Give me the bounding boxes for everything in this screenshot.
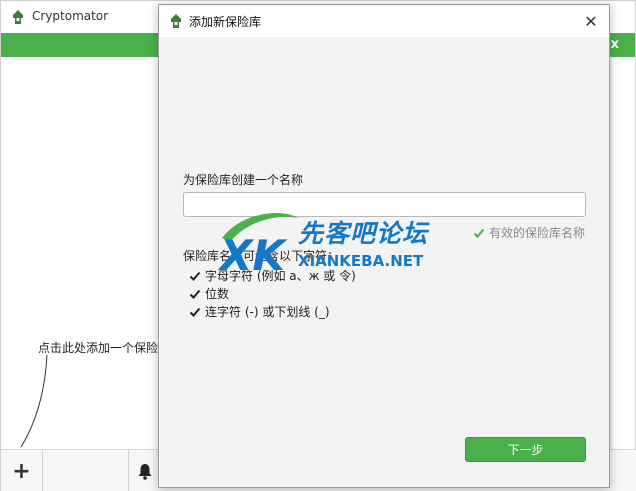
check-icon <box>189 289 201 299</box>
add-vault-button[interactable]: + <box>1 450 43 491</box>
rule-label: 字母字符 (例如 a、ж 或 令) <box>205 269 356 283</box>
divider <box>610 57 612 449</box>
add-vault-dialog: 添加新保险库 ✕ 为保险库创建一个名称 有效的保险库名称 保险库名称可包含以下字… <box>158 4 610 488</box>
notifications-button[interactable] <box>128 450 160 491</box>
validation-status: 有效的保险库名称 <box>473 224 585 241</box>
dialog-titlebar: 添加新保险库 ✕ <box>159 5 609 37</box>
validation-message: 有效的保险库名称 <box>488 226 585 240</box>
check-icon <box>473 228 485 238</box>
hint-arrow-line <box>20 354 48 448</box>
vault-name-label: 为保险库创建一个名称 <box>183 173 304 187</box>
cryptomator-logo-icon <box>171 14 181 28</box>
list-item: 位数 <box>189 285 229 302</box>
rule-label: 位数 <box>205 287 230 301</box>
close-icon[interactable]: x <box>611 37 619 52</box>
vault-name-input[interactable] <box>183 192 586 217</box>
check-icon <box>189 307 201 317</box>
next-button[interactable]: 下一步 <box>465 437 586 462</box>
dialog-title: 添加新保险库 <box>189 15 262 29</box>
check-icon <box>189 271 201 281</box>
plus-icon: + <box>12 458 31 484</box>
close-icon[interactable]: ✕ <box>579 9 603 33</box>
list-item: 连字符 (-) 或下划线 (_) <box>189 303 330 320</box>
rule-label: 连字符 (-) 或下划线 (_) <box>205 305 330 319</box>
app-title: Cryptomator <box>32 9 109 23</box>
dialog-body: 为保险库创建一个名称 有效的保险库名称 保险库名称可包含以下字符： 字母字符 (… <box>160 37 609 487</box>
bell-icon <box>138 463 151 480</box>
name-rules-title: 保险库名称可包含以下字符： <box>183 249 340 263</box>
list-item: 字母字符 (例如 a、ж 或 令) <box>189 267 356 284</box>
cryptomator-logo-icon <box>13 10 23 24</box>
